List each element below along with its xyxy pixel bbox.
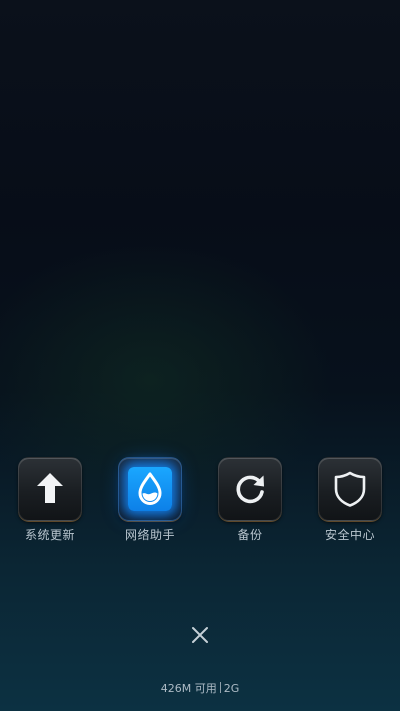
app-label: 安全中心 <box>324 528 375 542</box>
shield-icon <box>334 471 366 507</box>
refresh-icon <box>236 475 264 504</box>
close-icon <box>192 627 208 643</box>
app-label: 网络助手 <box>124 528 175 542</box>
memory-available: 426M 可用 <box>160 682 217 695</box>
app-tile <box>318 457 382 521</box>
app-system-update[interactable]: 系统更新 <box>0 456 100 552</box>
app-label: 系统更新 <box>24 528 75 542</box>
network-type: 2G <box>223 682 240 695</box>
app-tile <box>118 457 182 521</box>
app-tile <box>18 457 82 521</box>
app-network-assistant[interactable]: 网络助手 <box>100 456 200 552</box>
arrow-up-icon <box>37 473 63 503</box>
status-bar: 426M 可用 2G <box>0 682 400 696</box>
app-label: 备份 <box>237 528 263 542</box>
close-button[interactable] <box>186 621 214 649</box>
app-security-center[interactable]: 安全中心 <box>300 456 400 552</box>
app-tile <box>218 457 282 521</box>
separator <box>219 682 221 693</box>
app-backup[interactable]: 备份 <box>200 456 300 552</box>
app-row: 系统更新 网络助手 备份 安全中心 <box>0 456 400 556</box>
water-drop-icon <box>138 472 162 505</box>
